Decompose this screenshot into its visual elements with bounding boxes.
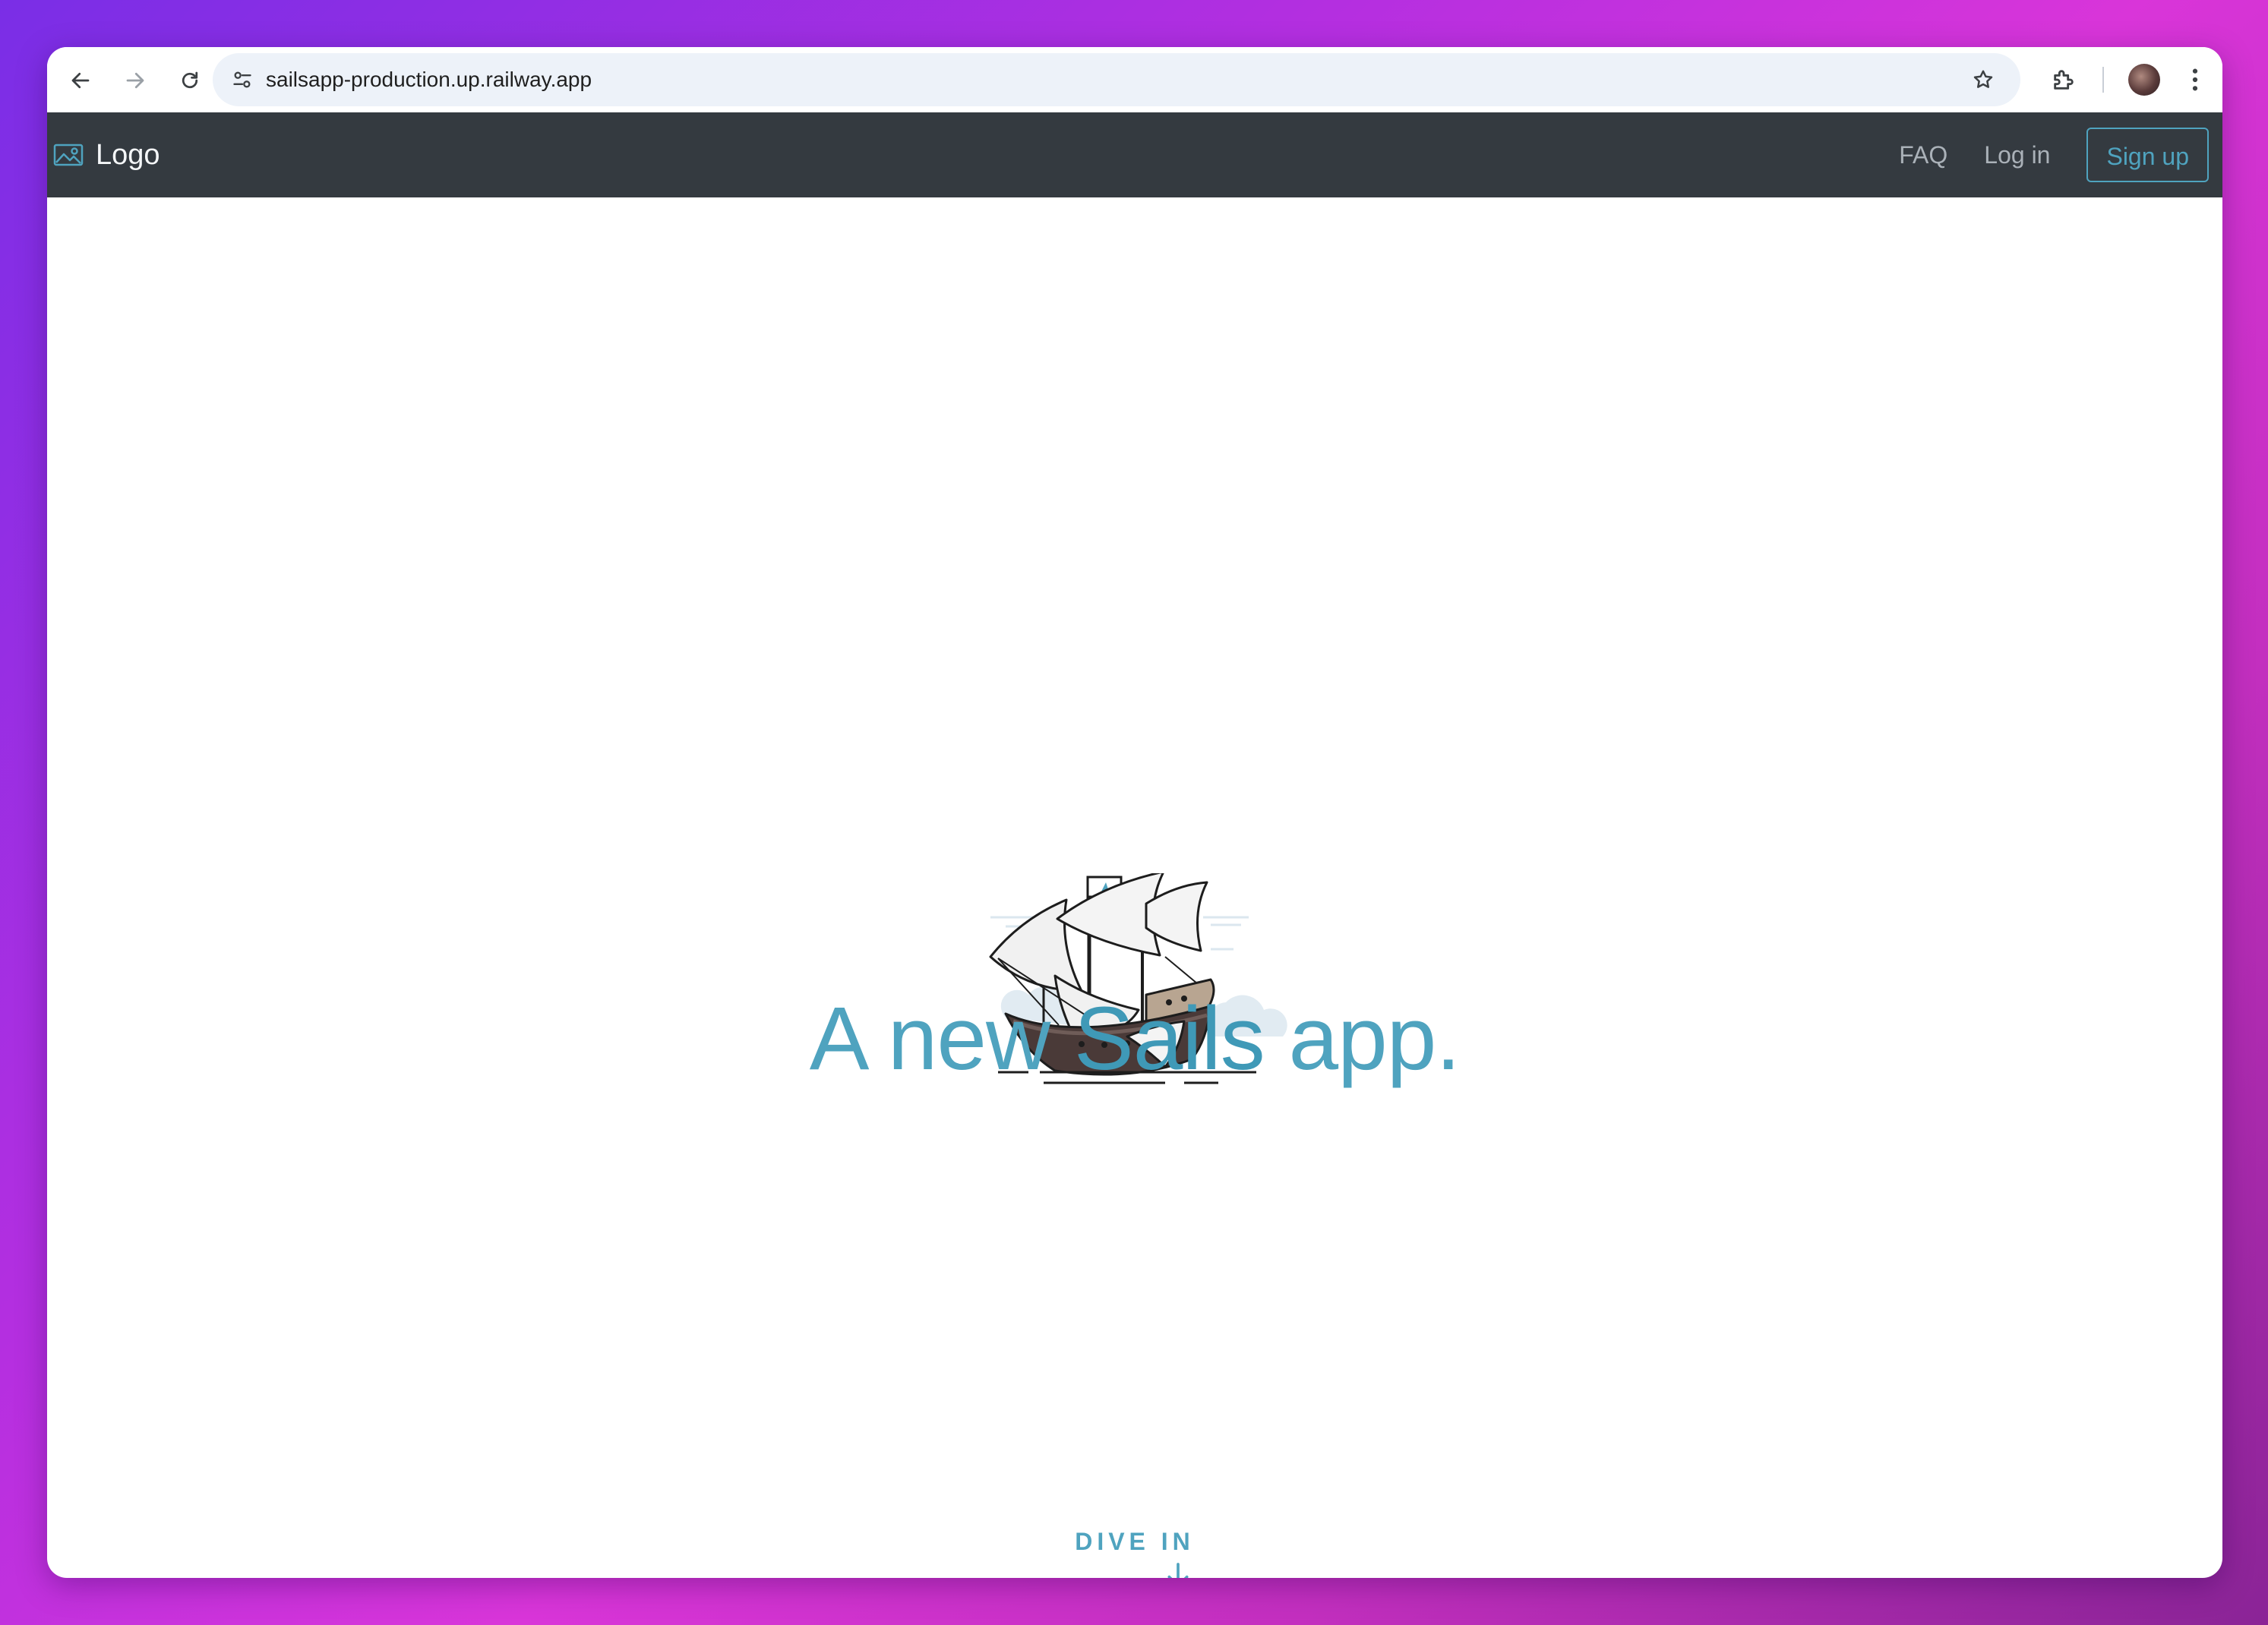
dive-in-link[interactable]: DIVE IN <box>47 1528 2222 1556</box>
browser-window: sailsapp-production.up.railway.app Logo … <box>47 47 2222 1578</box>
site-navbar: Logo FAQ Log in Sign up <box>47 112 2222 197</box>
tune-icon <box>233 71 251 88</box>
reload-icon <box>182 71 198 89</box>
toolbar-divider <box>2102 67 2104 93</box>
nav-link-faq[interactable]: FAQ <box>1899 141 1947 169</box>
site-info-button[interactable] <box>226 64 258 96</box>
signup-button[interactable]: Sign up <box>2086 128 2209 182</box>
nav-link-login[interactable]: Log in <box>1984 141 2050 169</box>
browser-menu-button[interactable] <box>2180 62 2210 97</box>
kebab-icon <box>2192 68 2198 91</box>
url-text[interactable]: sailsapp-production.up.railway.app <box>266 53 592 106</box>
address-bar[interactable]: sailsapp-production.up.railway.app <box>213 53 2020 106</box>
puzzle-icon <box>2054 70 2074 90</box>
arrow-down-icon[interactable] <box>1163 1560 1193 1578</box>
bookmark-button[interactable] <box>1967 64 1999 96</box>
nav-links: FAQ Log in Sign up <box>1899 112 2209 197</box>
arrow-right-icon <box>126 72 144 89</box>
hero-headline: A new Sails app. <box>47 987 2222 1090</box>
profile-avatar[interactable] <box>2128 64 2160 96</box>
browser-toolbar: sailsapp-production.up.railway.app <box>47 47 2222 113</box>
image-icon <box>53 144 84 166</box>
arrow-left-icon <box>71 72 90 89</box>
headline-part-3: app. <box>1264 989 1461 1089</box>
brand-link[interactable]: Logo <box>53 112 160 197</box>
hero-section: A new Sails app. DIVE IN <box>47 197 2222 1578</box>
star-icon <box>1973 70 1993 88</box>
reload-button[interactable] <box>173 64 207 97</box>
back-button[interactable] <box>64 64 97 97</box>
extensions-button[interactable] <box>2046 62 2081 97</box>
headline-part-1: A new <box>809 989 1074 1089</box>
forward-button[interactable] <box>118 64 152 97</box>
headline-part-2: Sails <box>1074 989 1265 1089</box>
brand-text: Logo <box>96 138 160 171</box>
